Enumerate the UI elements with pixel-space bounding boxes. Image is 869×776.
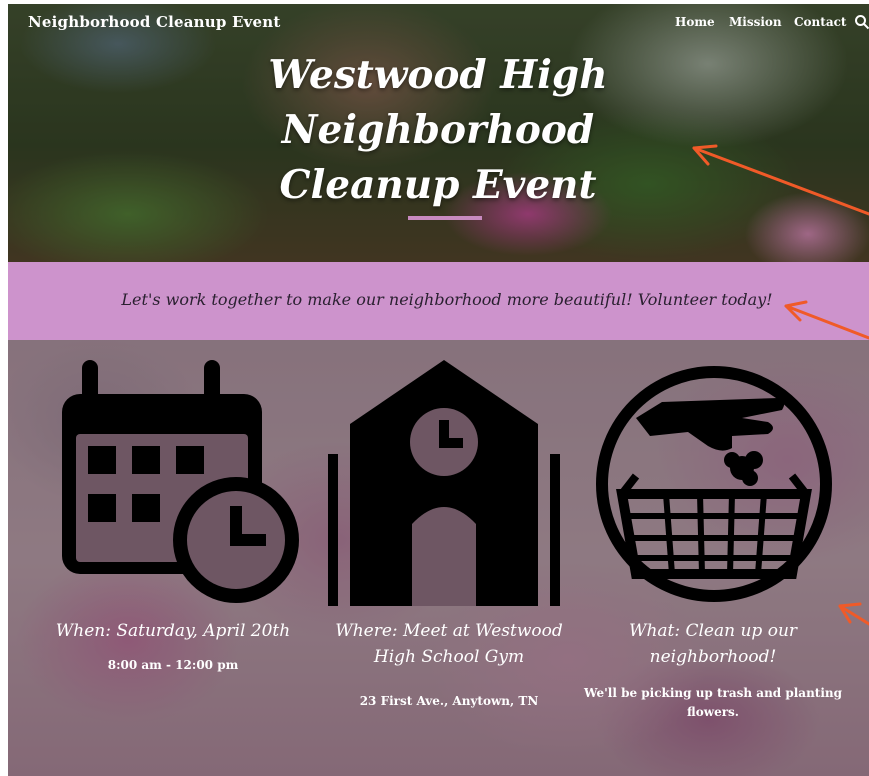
what-heading: What: Clean up our neighborhood! — [628, 621, 798, 667]
where-heading: Where: Meet at Westwood High School Gym — [335, 621, 563, 667]
page: Westwood High Neighborhood Cleanup Event… — [8, 4, 869, 776]
what-column: What: Clean up our neighborhood! We'll b… — [578, 618, 848, 722]
school-building-clock-icon — [328, 360, 560, 606]
hero-title: Westwood High Neighborhood Cleanup Event — [268, 52, 608, 208]
nav-link-home[interactable]: Home — [675, 15, 715, 29]
site-title[interactable]: Neighborhood Cleanup Event — [28, 13, 281, 31]
event-details-section: When: Saturday, April 20th 8:00 am - 12:… — [8, 340, 869, 776]
hero-accent-rule — [408, 216, 482, 220]
when-heading: When: Saturday, April 20th — [55, 621, 291, 641]
hero-title-wrap: Westwood High Neighborhood Cleanup Event — [188, 48, 688, 213]
where-address: 23 First Ave., Anytown, TN — [359, 694, 539, 708]
search-icon[interactable] — [854, 14, 869, 30]
nav-link-mission[interactable]: Mission — [729, 15, 782, 29]
top-navigation: Neighborhood Cleanup Event Home Mission … — [8, 4, 869, 44]
when-time: 8:00 am - 12:00 pm — [107, 658, 239, 672]
calendar-clock-icon — [62, 360, 299, 603]
what-note: We'll be picking up trash and planting f… — [583, 686, 843, 719]
banner-text: Let's work together to make our neighbor… — [121, 290, 773, 309]
where-column: Where: Meet at Westwood High School Gym … — [314, 618, 584, 708]
hand-trash-basket-icon — [596, 366, 832, 602]
when-column: When: Saturday, April 20th 8:00 am - 12:… — [38, 618, 308, 672]
volunteer-banner: Let's work together to make our neighbor… — [8, 262, 869, 340]
nav-link-contact[interactable]: Contact — [794, 15, 846, 29]
